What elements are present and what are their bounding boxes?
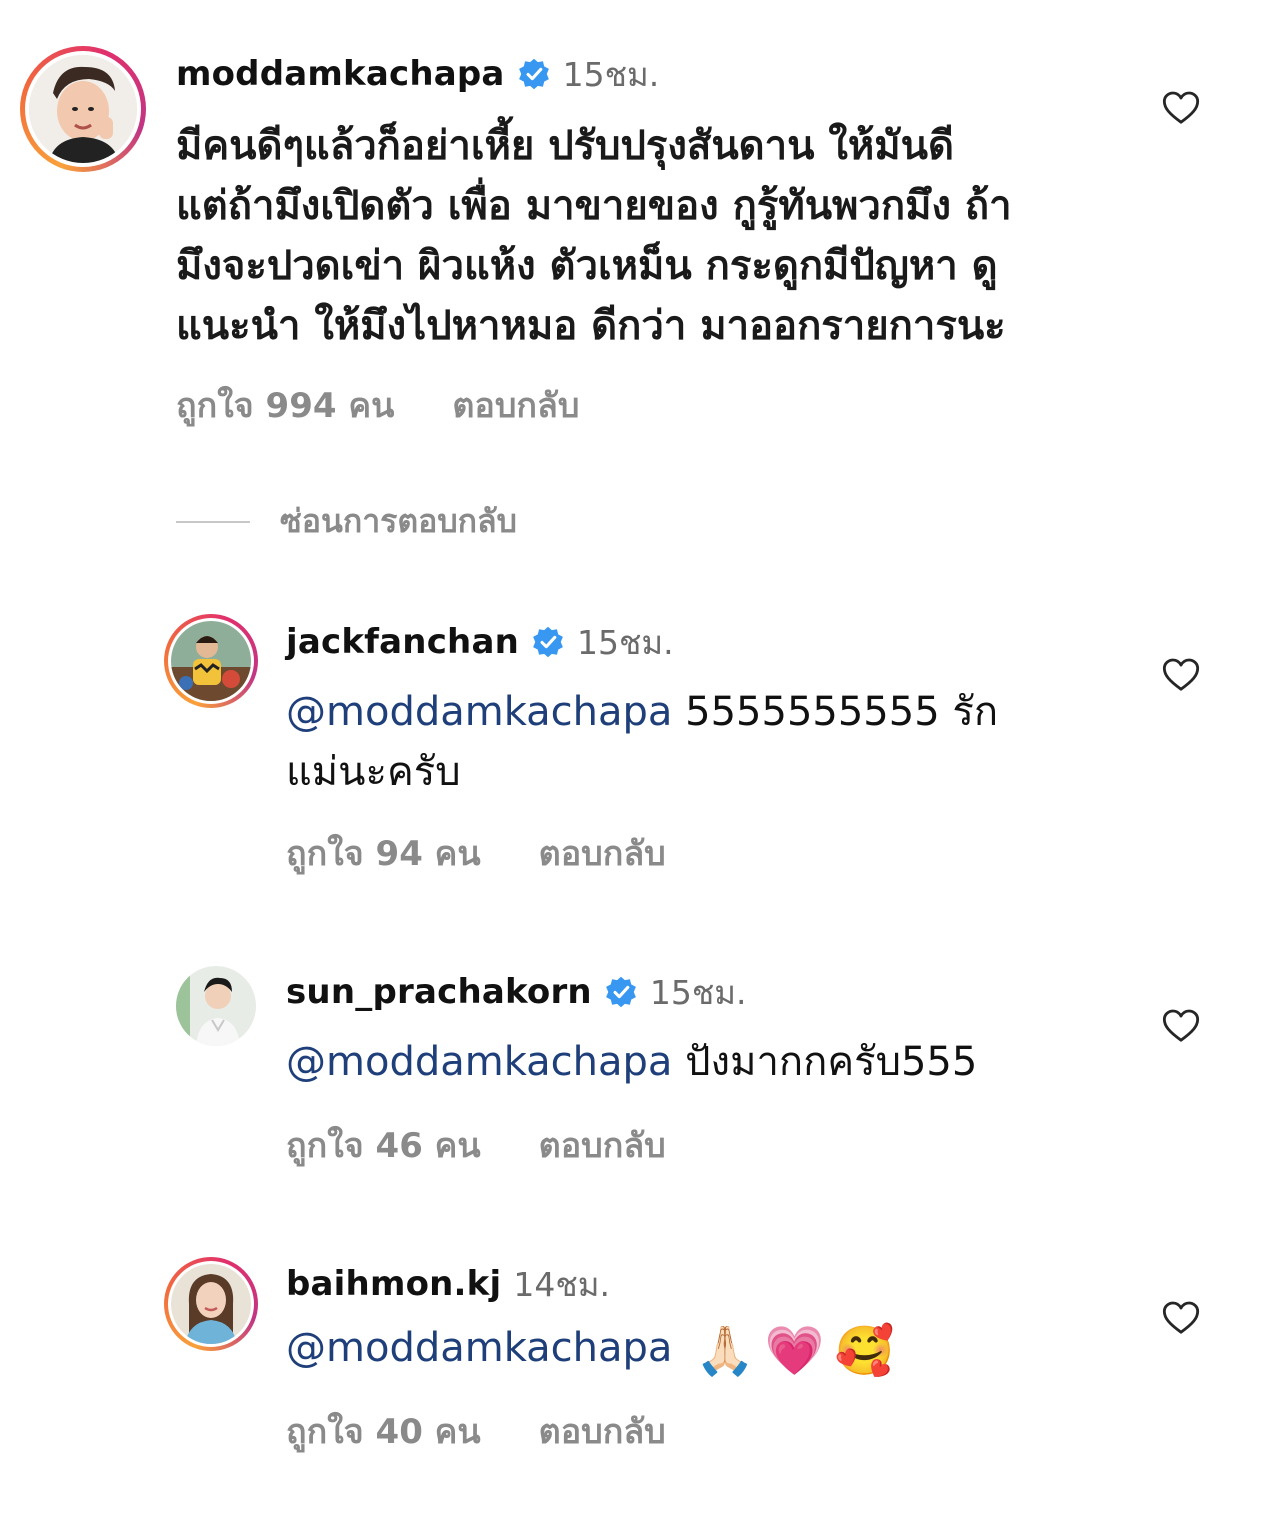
comment-line: มีคนดีๆแล้วก็อย่าเหี้ย ปรับปรุงสันดาน ให… (176, 123, 954, 169)
verified-badge-icon (518, 58, 549, 90)
avatar[interactable] (176, 966, 256, 1046)
comment-text: @moddamkachapa ปังมากกครับ555 (286, 1032, 977, 1092)
reply-button[interactable]: ตอบกลับ (539, 1404, 666, 1458)
avatar-photo (171, 621, 251, 701)
comment-text: @moddamkachapa 🙏🏻 💗 🥰 (286, 1318, 894, 1381)
hide-replies-label: ซ่อนการตอบกลับ (280, 502, 517, 540)
comment-line: ปังมากกครับ555 (672, 1039, 978, 1085)
comment-line: แต่ถ้ามึงเปิดตัว เพื่อ มาขายของ กูรู้ทัน… (176, 183, 1012, 229)
avatar-photo (171, 1264, 251, 1344)
like-count[interactable]: ถูกใจ 94 คน (286, 826, 481, 880)
heart-icon[interactable] (1161, 88, 1201, 128)
reply-button[interactable]: ตอบกลับ (539, 826, 666, 880)
username[interactable]: moddamkachapa (176, 54, 505, 94)
avatar[interactable] (164, 614, 258, 708)
username[interactable]: sun_prachakorn (286, 972, 592, 1012)
divider (176, 520, 250, 523)
comment-line: แนะนำ ให้มึงไปหาหมอ ดีกว่า มาออกรายการนะ (176, 303, 1006, 349)
comment-line: 5555555555 รัก (672, 689, 999, 735)
comment-line: มึงจะปวดเข่า ผิวแห้ง ตัวเหม็น กระดูกมีปั… (176, 243, 998, 289)
growing-heart-emoji: 💗 (764, 1323, 825, 1379)
folded-hands-emoji: 🙏🏻 (695, 1323, 755, 1379)
mention-link[interactable]: @moddamkachapa (286, 1039, 672, 1085)
avatar[interactable] (20, 46, 146, 172)
hide-replies-toggle[interactable]: ซ่อนการตอบกลับ (176, 496, 517, 547)
smiling-face-with-hearts-emoji: 🥰 (834, 1323, 895, 1379)
like-count[interactable]: ถูกใจ 46 คน (286, 1118, 481, 1172)
comment-line: แม่นะครับ (286, 749, 461, 795)
timestamp: 14ชม. (513, 1264, 610, 1304)
verified-badge-icon (533, 626, 563, 658)
comment-text: @moddamkachapa 5555555555 รัก แม่นะครับ (286, 682, 998, 802)
username[interactable]: baihmon.kj (286, 1264, 501, 1304)
heart-icon[interactable] (1161, 1006, 1201, 1046)
like-count[interactable]: ถูกใจ 40 คน (286, 1404, 481, 1458)
verified-badge-icon (605, 976, 636, 1008)
username[interactable]: jackfanchan (286, 622, 519, 662)
mention-link[interactable]: @moddamkachapa (286, 689, 672, 735)
avatar[interactable] (164, 1257, 258, 1351)
reply-button[interactable]: ตอบกลับ (539, 1118, 666, 1172)
timestamp: 15ชม. (562, 54, 660, 94)
like-count[interactable]: ถูกใจ 994 คน (176, 378, 394, 432)
heart-icon[interactable] (1161, 1298, 1201, 1338)
heart-icon[interactable] (1161, 655, 1201, 695)
timestamp: 15ชม. (649, 972, 747, 1012)
mention-link[interactable]: @moddamkachapa (286, 1325, 672, 1371)
timestamp: 15ชม. (577, 622, 674, 662)
avatar-photo (176, 966, 256, 1046)
avatar-photo (29, 55, 137, 163)
comment-text: มีคนดีๆแล้วก็อย่าเหี้ย ปรับปรุงสันดาน ให… (176, 116, 1012, 356)
reply-button[interactable]: ตอบกลับ (452, 378, 579, 432)
